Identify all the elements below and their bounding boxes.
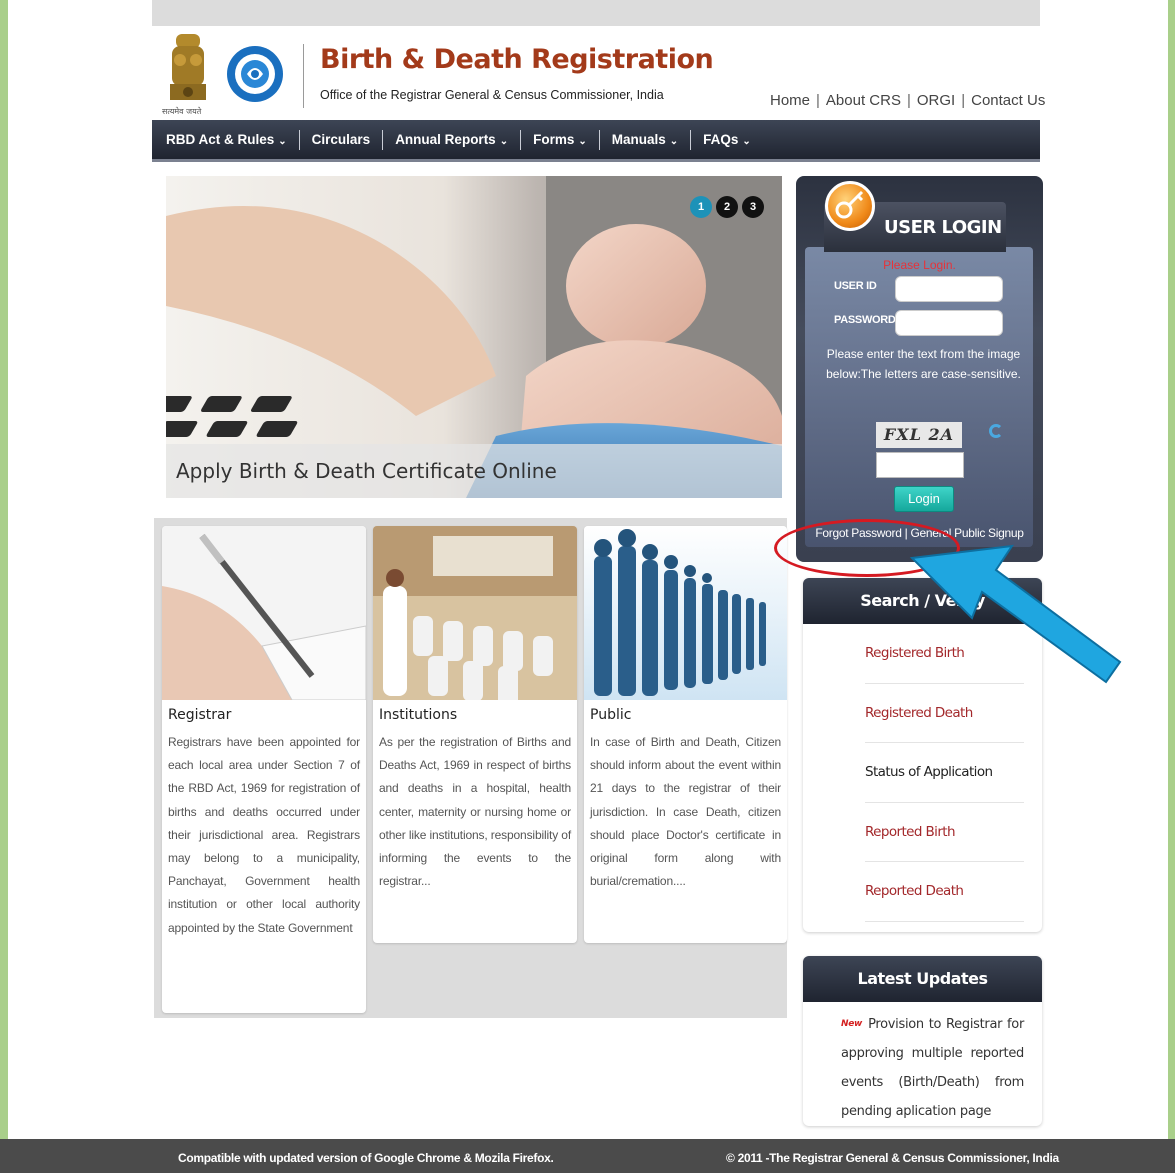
link-separator: | — [961, 92, 966, 109]
refresh-icon[interactable] — [989, 424, 1003, 438]
census-logo-icon — [227, 46, 283, 102]
card-title: Public — [590, 707, 632, 723]
chevron-down-icon: ⌄ — [578, 136, 587, 147]
nav-forms[interactable]: Forms ⌄ — [521, 132, 599, 147]
institutions-card: Institutions As per the registration of … — [373, 526, 577, 943]
login-button[interactable]: Login — [894, 486, 954, 512]
card-text: Registrars have been appointed for each … — [168, 735, 360, 935]
public-image — [584, 526, 787, 700]
update-item[interactable]: New Provision to Registrar for approving … — [803, 1002, 1042, 1126]
captcha-instructions: Please enter the text from the image bel… — [826, 347, 1021, 381]
card-title: Registrar — [168, 707, 232, 723]
login-message: Please Login. — [883, 258, 956, 272]
national-emblem-icon: सत्यमेव जयते — [162, 34, 206, 116]
emblem-caption: सत्यमेव जयते — [162, 106, 202, 116]
card-title: Institutions — [379, 707, 458, 723]
link-separator: | — [906, 92, 911, 109]
site-title: Birth & Death Registration — [320, 44, 714, 75]
reported-birth-link[interactable]: Reported Birth — [865, 803, 1024, 862]
nav-annual-reports[interactable]: Annual Reports ⌄ — [383, 132, 520, 147]
banner-caption: Apply Birth & Death Certificate Online — [166, 444, 782, 498]
status-of-application-link[interactable]: Status of Application — [865, 743, 1024, 803]
card-text: As per the registration of Births and De… — [379, 735, 571, 889]
update-text: Provision to Registrar for approving mul… — [841, 1017, 1024, 1119]
footer-compatibility: Compatible with updated version of Googl… — [178, 1151, 554, 1165]
captcha-input[interactable] — [876, 452, 964, 478]
chevron-down-icon: ⌄ — [278, 136, 287, 147]
latest-updates-panel: Latest Updates New Provision to Registrar… — [803, 956, 1042, 1126]
nav-circulars[interactable]: Circulars — [300, 132, 383, 147]
slider-dots: 1 2 3 — [690, 196, 764, 218]
contact-us-link[interactable]: Contact Us — [971, 92, 1045, 109]
nav-manuals[interactable]: Manuals ⌄ — [600, 132, 690, 147]
key-icon — [825, 181, 875, 231]
latest-updates-title: Latest Updates — [803, 956, 1042, 1002]
chevron-down-icon: ⌄ — [499, 136, 509, 147]
new-badge: New — [841, 1019, 863, 1029]
login-box: USER LOGIN Please Login. USER ID PASSWOR… — [796, 176, 1043, 562]
nav-rbd-act-rules[interactable]: RBD Act & Rules ⌄ — [166, 132, 299, 147]
chevron-down-icon: ⌄ — [669, 136, 679, 147]
main-nav: RBD Act & Rules ⌄ Circulars Annual Report… — [152, 120, 1040, 162]
annotation-arrow-icon — [909, 544, 1122, 684]
slide-dot-1[interactable]: 1 — [690, 196, 712, 218]
top-strip — [152, 0, 1040, 26]
home-link[interactable]: Home — [770, 92, 810, 109]
about-crs-link[interactable]: About CRS — [826, 92, 901, 109]
hero-banner[interactable]: 1 2 3 Apply Birth & Death Certificate On… — [166, 176, 782, 498]
slide-dot-2[interactable]: 2 — [716, 196, 738, 218]
card-text: In case of Birth and Death, Citizen shou… — [590, 735, 781, 889]
registrar-card: Registrar Registrars have been appointed… — [162, 526, 366, 1013]
user-id-label: USER ID — [834, 280, 877, 292]
top-links: Home | About CRS | ORGI | Contact Us — [770, 92, 1045, 109]
slide-dot-3[interactable]: 3 — [742, 196, 764, 218]
password-label: PASSWORD — [834, 314, 896, 326]
user-id-input[interactable] — [895, 276, 1003, 302]
public-card: Public In case of Birth and Death, Citiz… — [584, 526, 787, 943]
captcha-image: FXL 2A — [876, 422, 962, 448]
footer: Compatible with updated version of Googl… — [0, 1139, 1175, 1173]
institutions-image — [373, 526, 577, 700]
registrar-image — [162, 526, 366, 700]
footer-copyright: © 2011 -The Registrar General & Census C… — [726, 1151, 1059, 1165]
login-title: USER LOGIN — [884, 217, 1002, 238]
header-divider — [303, 44, 304, 108]
chevron-down-icon: ⌄ — [742, 136, 751, 147]
reported-death-link[interactable]: Reported Death — [865, 862, 1024, 922]
site-subtitle: Office of the Registrar General & Census… — [320, 88, 664, 102]
link-separator: | — [816, 92, 820, 109]
nav-faqs[interactable]: FAQs ⌄ — [691, 132, 763, 147]
orgi-link[interactable]: ORGI — [917, 92, 955, 109]
password-input[interactable] — [895, 310, 1003, 336]
